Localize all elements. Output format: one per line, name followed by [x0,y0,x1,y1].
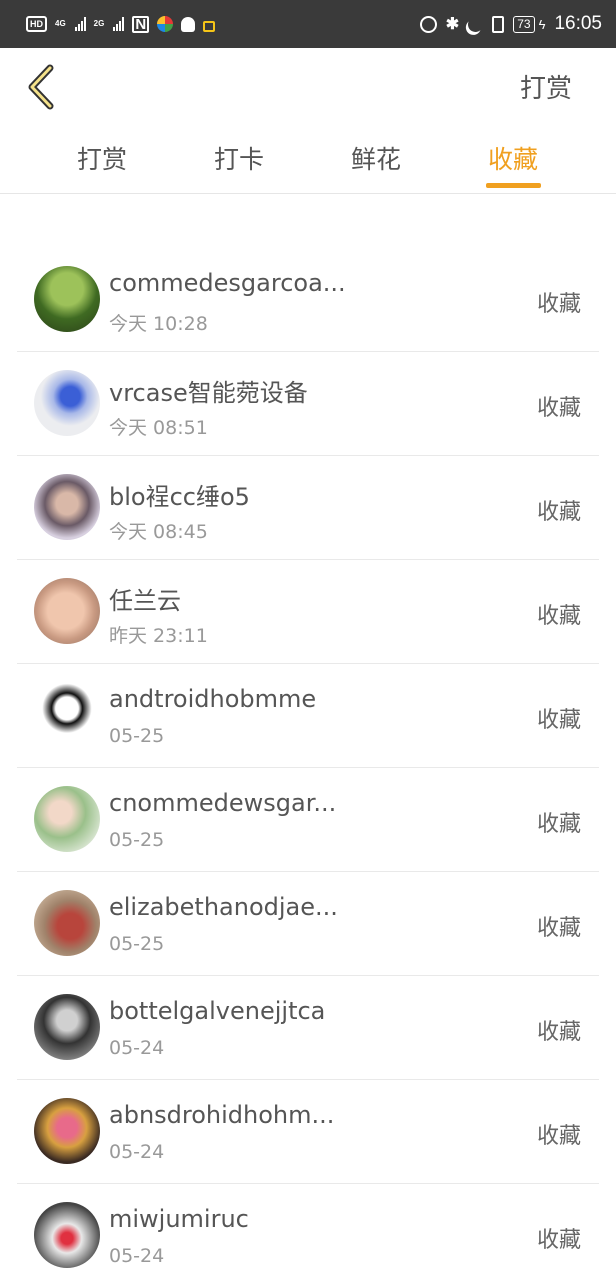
list-item[interactable]: commedesgarcoa... 今天 10:28 收藏 [17,248,599,352]
list-item[interactable]: elizabethanodjae... 05-25 收藏 [17,872,599,976]
action-label: 收藏 [536,1020,581,1045]
user-name: bottelgalvenejjtca [109,997,326,1025]
list-item[interactable]: bottelgalvenejjtca 05-24 收藏 [17,976,599,1080]
timestamp: 05-25 [109,933,165,955]
action-label: 收藏 [536,396,581,421]
timestamp: 05-24 [109,1245,165,1267]
timestamp: 今天 08:45 [109,521,208,543]
back-button[interactable] [22,62,62,112]
bluetooth-icon: ✱ [445,16,460,33]
battery-icon: 73 [513,15,535,33]
timestamp: 05-24 [109,1141,165,1163]
tab-bar: 打赏 打卡 鲜花 收藏 [0,128,616,194]
lock-icon [203,20,216,32]
avatar[interactable] [34,578,100,644]
avatar[interactable] [34,1098,100,1164]
timestamp: 05-25 [109,725,165,747]
favorites-list: commedesgarcoa... 今天 10:28 收藏 vrcase智能菀设… [0,248,616,1280]
avatar[interactable] [34,682,100,748]
list-item[interactable]: miwjumiruc 05-24 收藏 [17,1184,599,1280]
action-label: 收藏 [536,708,581,733]
action-label: 收藏 [536,500,581,525]
action-label: 收藏 [536,292,581,317]
nfc-icon: N [132,15,150,33]
action-label: 收藏 [536,604,581,629]
signal-icon [74,17,86,31]
alarm-icon [419,15,437,33]
tab-checkin[interactable]: 打卡 [199,140,279,176]
network-4g-label: 4G [55,19,66,28]
list-item[interactable]: andtroidhobmme 05-25 收藏 [17,664,599,768]
tab-active-indicator [486,183,541,188]
avatar[interactable] [34,370,100,436]
user-name: blo裎cc缍o5 [109,483,250,511]
hd-icon: HD [26,16,47,32]
list-item[interactable]: abnsdrohidhohm... 05-24 收藏 [17,1080,599,1184]
user-name: vrcase智能菀设备 [109,379,308,407]
user-name: 任兰云 [109,587,181,615]
action-label: 收藏 [536,1228,581,1253]
avatar[interactable] [34,994,100,1060]
signal-icon-2 [113,17,125,31]
header-reward-button[interactable]: 打赏 [520,68,572,105]
user-name: abnsdrohidhohm... [109,1101,335,1129]
network-2g-label: 2G [93,19,105,28]
avatar[interactable] [34,266,100,332]
avatar[interactable] [34,786,100,852]
avatar[interactable] [34,474,100,540]
timestamp: 05-24 [109,1037,165,1059]
avatar[interactable] [34,1202,100,1268]
action-label: 收藏 [536,1124,581,1149]
user-name: elizabethanodjae... [109,893,338,921]
action-label: 收藏 [536,812,581,837]
status-time: 16:05 [554,13,602,34]
timestamp: 今天 08:51 [109,417,208,439]
list-item[interactable]: cnommedewsgar... 05-25 收藏 [17,768,599,872]
user-name: andtroidhobmme [109,685,317,713]
vibrate-icon [492,15,505,33]
charging-icon: ϟ [538,16,546,32]
avatar[interactable] [34,890,100,956]
list-item[interactable]: blo裎cc缍o5 今天 08:45 收藏 [17,456,599,560]
timestamp: 今天 10:28 [109,313,208,335]
tab-favorites[interactable]: 收藏 [473,140,553,176]
timestamp: 05-25 [109,829,165,851]
timestamp: 昨天 23:11 [109,625,208,647]
list-item[interactable]: 任兰云 昨天 23:11 收藏 [17,560,599,664]
moon-icon [466,14,485,33]
action-label: 收藏 [536,916,581,941]
user-name: commedesgarcoa... [109,269,346,297]
chevron-left-icon [28,64,54,110]
header: 打赏 [0,48,616,128]
app-icon [157,16,174,32]
tab-flowers[interactable]: 鲜花 [336,140,416,176]
user-name: miwjumiruc [109,1205,249,1233]
tab-reward[interactable]: 打赏 [62,140,142,176]
list-item[interactable]: vrcase智能菀设备 今天 08:51 收藏 [17,352,599,456]
qq-icon [181,16,196,32]
status-bar: HD 4G 2G N ✱ 73 ϟ 16:05 [0,0,616,48]
user-name: cnommedewsgar... [109,789,337,817]
